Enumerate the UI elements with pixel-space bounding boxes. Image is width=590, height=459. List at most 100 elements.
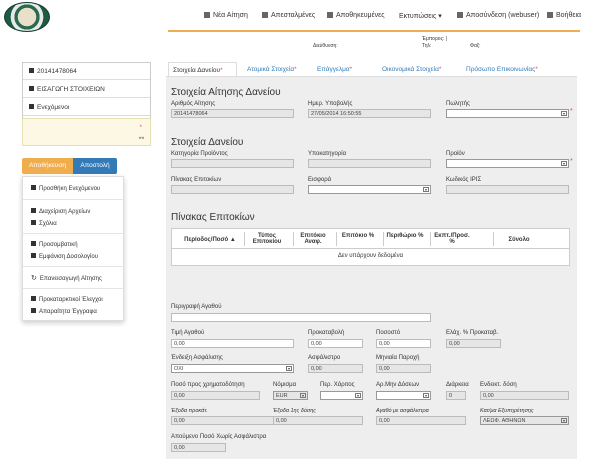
down-label: Προκαταβολή: [308, 330, 345, 336]
flag-icon: [29, 86, 34, 91]
menu-files[interactable]: Διαχείριση Αρχείων: [31, 208, 90, 215]
required-marker: *: [570, 158, 573, 165]
col-rate-pct[interactable]: Επιτόκιο %: [338, 233, 378, 239]
tab-personal-details[interactable]: Ατομικά Στοιχεία*: [243, 62, 301, 76]
address-label: Διεύθυνση:: [313, 43, 338, 49]
col-divider: [244, 232, 245, 246]
monthly-field: 0,00: [376, 364, 431, 373]
fee1-label: Έξοδα προκάτ.: [171, 408, 208, 414]
nav-prints[interactable]: Εκτυπώσεις ▾: [399, 12, 442, 20]
refresh-icon: ↻: [31, 275, 37, 282]
col-divider: [430, 232, 431, 246]
notes-area: * ⚯: [22, 118, 151, 146]
grace-label: Περ. Χάριτος: [320, 382, 355, 388]
nav-help[interactable]: Βοήθεια: [547, 12, 581, 19]
desc-field[interactable]: [171, 313, 431, 322]
col-rate-type[interactable]: Τύπος Επιτοκίου: [246, 233, 288, 245]
payment-select[interactable]: ▾: [308, 185, 431, 194]
envelope-icon: [262, 12, 268, 18]
nav-saved[interactable]: Αποθηκευμένες: [327, 12, 385, 19]
pct-label: Ποσοστό: [376, 330, 401, 336]
col-total[interactable]: Σύνολο: [495, 237, 543, 243]
nav-new-application[interactable]: Νέα Αίτηση: [204, 12, 248, 19]
col-divider: [383, 232, 384, 246]
nav-sent[interactable]: Απεσταλμένες: [262, 12, 315, 19]
comment-icon: [31, 220, 36, 225]
nav-logout[interactable]: Αποσύνδεση (webuser): [457, 12, 539, 19]
section-rates-title: Πίνακας Επιτοκίων: [171, 212, 255, 223]
currency-select[interactable]: EUR ▾: [273, 391, 308, 400]
code-field: [446, 185, 569, 194]
import-data-row[interactable]: ΕΙΣΑΓΩΓΗ ΣΤΟΙΧΕΙΩΝ: [23, 81, 150, 98]
chevron-down-icon: ▾: [300, 393, 306, 398]
indicative-field: 0,00: [480, 391, 569, 400]
seller-select[interactable]: ▾: [446, 109, 569, 118]
menu-promo[interactable]: Προσομβατική: [31, 241, 78, 248]
monthly-label: Μηνιαία Παροχή: [376, 355, 420, 361]
col-margin[interactable]: Περιθώριο %: [385, 233, 425, 239]
top-bar: Νέα Αίτηση Απεσταλμένες Αποθηκευμένες Εκ…: [0, 0, 590, 32]
menu-add-pledged[interactable]: Προσθήκη Ενεχόμενου: [31, 185, 100, 192]
col-discount[interactable]: Εκπτ./Προσ. %: [432, 233, 472, 245]
menu-divider: [23, 266, 123, 267]
menu-docs[interactable]: Απαραίτητα Έγγραφα: [31, 308, 97, 315]
tel-label: Τηλ:: [422, 43, 432, 49]
menu-restore[interactable]: ↻ Επανεισαγωγή Αίτησης: [31, 274, 102, 282]
seller-label: Πωλητής: [446, 101, 470, 107]
store-label: Κατ/μα Εξυπηρέτησης: [480, 408, 534, 414]
link-icon[interactable]: ⚯: [139, 135, 144, 142]
instalments-select[interactable]: ▾: [376, 391, 431, 400]
menu-comments[interactable]: Σχόλια: [31, 220, 57, 227]
app-no-field: 20141478064: [171, 109, 294, 118]
rates-table-header: Περίοδος/Ποσό ▲ Τύπος Επιτοκίου Επιτόκιο…: [172, 229, 569, 249]
insurance-select[interactable]: ΟΧΙ ▾: [171, 364, 294, 373]
pledged-row[interactable]: Ενεχόμενοι: [23, 99, 150, 116]
rates-table-empty: Δεν υπάρχουν δεδομένα: [337, 253, 404, 259]
col-period[interactable]: Περίοδος/Ποσό ▲: [180, 237, 240, 243]
pct-field[interactable]: 0,00: [376, 339, 431, 348]
chevron-down-icon: ▾: [561, 418, 567, 423]
product-select[interactable]: ▾: [446, 159, 569, 168]
fax-label: Φαξ:: [470, 43, 481, 49]
indicative-label: Ενδεικτ. δόση: [480, 382, 517, 388]
save-button[interactable]: Αποθήκευση: [22, 158, 73, 174]
menu-divider: [23, 233, 123, 234]
currency-label: Νόμισμα: [273, 382, 297, 388]
chevron-down-icon: ▾: [423, 393, 429, 398]
required-marker: *: [139, 125, 142, 131]
tab-loan-details[interactable]: Στοιχεία Δανείου*: [168, 62, 237, 76]
price-field[interactable]: 0,00: [171, 339, 294, 348]
menu-show-plan[interactable]: Εμφάνιση Δοσολογίου: [31, 253, 98, 260]
date-label: Ημερ. Υποβολής: [308, 101, 353, 107]
remaining-label: Απούμενο Ποσό Χωρίς Ασφάλιστρα: [171, 434, 267, 440]
insurance-label: Ένδειξη Ασφάλισης: [171, 355, 223, 361]
instalments-label: Αρ.Μην Δόσεων: [376, 382, 420, 388]
save-icon: [327, 12, 333, 18]
send-button[interactable]: Αποστολή: [73, 158, 117, 174]
col-divider: [493, 232, 494, 246]
desc-label: Περιγραφή Αγαθού: [171, 304, 222, 310]
menu-prechecks[interactable]: Προκαταρκτικοί Έλεγχοι: [31, 296, 103, 303]
menu-divider: [23, 288, 123, 289]
price-label: Τιμή Αγαθού: [171, 330, 205, 336]
min-pct-label: Ελάχ. % Προκαταβ.: [446, 330, 499, 336]
tab-profession[interactable]: Επάγγελμα*: [313, 62, 356, 76]
tab-financial[interactable]: Οικονομικά Στοιχεία*: [378, 62, 445, 76]
actions-menu: Προσθήκη Ενεχόμενου Διαχείριση Αρχείων Σ…: [22, 176, 124, 321]
grace-select[interactable]: ▾: [320, 391, 363, 400]
premium-field: 0,00: [308, 364, 363, 373]
down-field[interactable]: 0,00: [308, 339, 363, 348]
remaining-field: 0,00: [171, 443, 226, 452]
chevron-down-icon: ▾: [355, 393, 361, 398]
chevron-down-icon: ▾: [561, 111, 567, 116]
date-field: 27/05/2014 16:50:55: [308, 109, 431, 118]
store-select[interactable]: ΛΕΩΦ. ΑΘΗΝΩΝ ▾: [480, 416, 569, 425]
col-divider: [293, 232, 294, 246]
application-number-row[interactable]: 20141478064: [23, 63, 150, 80]
rates-field: [171, 185, 294, 194]
tab-contact-person[interactable]: Πρόσωπο Επικοινωνίας*: [462, 62, 542, 76]
rates-label: Πίνακας Επιτοκίων: [171, 177, 222, 183]
payment-label: Εισφορά: [308, 177, 332, 183]
logout-icon: [457, 12, 463, 18]
col-ref-rate[interactable]: Επιτόκιο Αναφ.: [295, 233, 331, 245]
